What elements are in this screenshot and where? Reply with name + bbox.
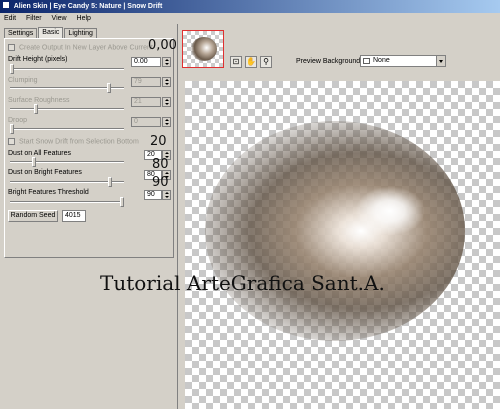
dust-bright-label: Dust on Bright Features [8,169,82,176]
preview-effect-image [205,121,465,341]
clumping-label: Clumping [8,77,38,84]
start-snow-drift-row: Start Snow Drift from Selection Bottom [8,138,139,145]
slider-thumb[interactable] [108,177,112,187]
random-seed-button[interactable]: Random Seed [8,210,58,222]
slider-thumb[interactable] [34,104,38,114]
drift-height-input[interactable]: 0.00 [131,57,161,67]
tab-lighting[interactable]: Lighting [64,28,97,38]
surface-roughness-input[interactable]: 21 [131,97,161,107]
surface-roughness-spinner[interactable] [162,97,171,107]
slider-thumb[interactable] [10,64,14,74]
slider-thumb[interactable] [32,157,36,167]
dropdown-arrow-icon[interactable] [436,56,445,66]
hand-icon[interactable]: ✋ [245,56,257,68]
annotation-drift-height: 0,00 [148,38,177,53]
start-snow-drift-checkbox[interactable] [8,138,15,145]
tutorial-watermark: Tutorial ArteGrafica Sant.A. [100,271,385,295]
surface-roughness-label: Surface Roughness [8,97,70,104]
drift-height-spinner[interactable] [162,57,171,67]
preview-background-select[interactable]: None [360,55,446,67]
preview-background-value: None [373,57,390,64]
menu-help[interactable]: Help [73,13,95,24]
dust-bright-slider[interactable] [10,177,124,187]
background-swatch-icon [363,58,370,64]
settings-panel: Settings Basic Lighting Create Output In… [0,24,178,409]
droop-input[interactable]: 0 [131,117,161,127]
preview-panel: ⊡ ✋ ⚲ Preview Background: None [179,24,500,409]
navigator-thumbnail[interactable] [182,30,224,68]
title-bar: Alien Skin | Eye Candy 5: Nature | Snow … [0,0,500,13]
droop-spinner[interactable] [162,117,171,127]
basic-tab-pane [4,38,174,258]
surface-roughness-slider[interactable] [10,104,124,114]
window-title: Alien Skin | Eye Candy 5: Nature | Snow … [13,3,163,10]
create-output-row: Create Output In New Layer Above Current [8,44,153,51]
thumbnail-image [191,37,217,61]
menu-filter[interactable]: Filter [22,13,46,24]
bright-threshold-spinner[interactable] [162,190,171,200]
menu-bar: Edit Filter View Help [0,13,500,24]
tab-settings[interactable]: Settings [4,28,38,38]
bright-threshold-label: Bright Features Threshold [8,189,89,196]
drift-height-label: Drift Height (pixels) [8,56,68,63]
create-output-checkbox[interactable] [8,44,15,51]
slider-thumb[interactable] [120,197,124,207]
annotation-dust-bright: 80 [152,157,169,172]
slider-thumb[interactable] [107,83,111,93]
annotation-threshold: 90 [152,175,169,190]
random-seed-input[interactable]: 4015 [62,210,86,222]
menu-edit[interactable]: Edit [0,13,20,24]
dust-all-label: Dust on All Features [8,150,72,157]
preview-highlight [355,186,425,236]
preview-background-label: Preview Background: [296,58,363,65]
app-icon [3,2,9,9]
bright-threshold-input[interactable]: 90 [144,190,162,200]
zoom-fit-icon[interactable]: ⊡ [230,56,242,68]
zoom-icon[interactable]: ⚲ [260,56,272,68]
annotation-dust-all: 20 [150,134,167,149]
clumping-spinner[interactable] [162,77,171,87]
drift-height-slider[interactable] [10,64,124,74]
slider-thumb[interactable] [10,124,14,134]
menu-view[interactable]: View [48,13,71,24]
clumping-input[interactable]: 79 [131,77,161,87]
clumping-slider[interactable] [10,83,124,93]
droop-slider[interactable] [10,124,124,134]
bright-threshold-slider[interactable] [10,197,124,207]
droop-label: Droop [8,117,28,124]
start-snow-drift-label: Start Snow Drift from Selection Bottom [18,138,139,146]
preview-canvas[interactable] [185,81,500,409]
dust-all-slider[interactable] [10,157,124,167]
create-output-label: Create Output In New Layer Above Current [18,44,153,52]
